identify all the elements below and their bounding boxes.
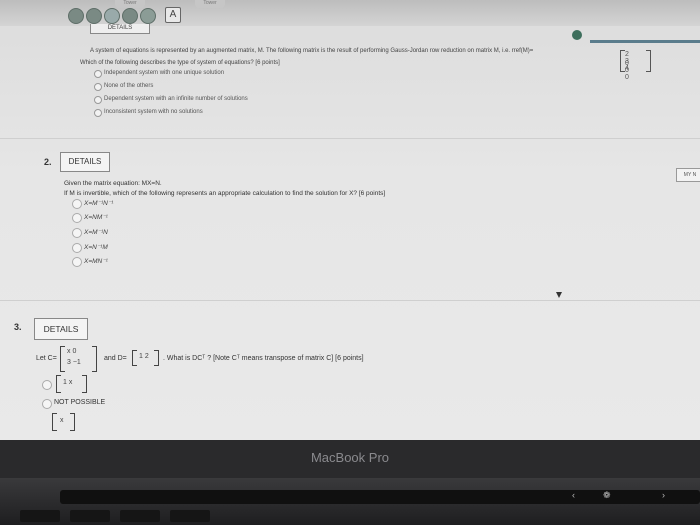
q2-details-button[interactable]: DETAILS xyxy=(60,152,110,172)
q2-option-label: X=N⁻¹M xyxy=(84,244,108,251)
q1-option-radio[interactable] xyxy=(94,109,102,117)
q2-option-label: X=MN⁻¹ xyxy=(84,258,108,265)
extension-icon[interactable] xyxy=(104,8,120,24)
q3-question-text: . What is DCᵀ ? [Note Cᵀ means transpose… xyxy=(163,355,364,362)
q3-and-d: and D= xyxy=(104,355,127,362)
q1-option-label: Dependent system with an infinite number… xyxy=(104,96,248,102)
q1-stem-line1: A system of equations is represented by … xyxy=(90,48,534,54)
q1-stem-line2: Which of the following describes the typ… xyxy=(80,60,280,66)
volume-icon[interactable]: › xyxy=(662,490,665,500)
matrix-d-row: 1 2 xyxy=(139,353,149,360)
extension-icon[interactable] xyxy=(140,8,156,24)
accent-bar xyxy=(590,40,700,43)
browser-tab[interactable]: Tower xyxy=(115,0,145,8)
question-number: 3. xyxy=(14,322,22,332)
q2-option-radio[interactable] xyxy=(72,257,82,267)
a-button[interactable]: A xyxy=(165,7,181,23)
q3-option-matrix: 1 x xyxy=(56,375,96,393)
matrix-c-row: 3 −1 xyxy=(67,359,81,366)
q1-details-button[interactable]: DETAILS xyxy=(90,24,150,34)
q3-option-radio[interactable] xyxy=(42,399,52,409)
browser-toolbar: Tower Tower A xyxy=(0,0,700,26)
keyboard-key[interactable] xyxy=(120,510,160,522)
q3-option-radio[interactable] xyxy=(42,380,52,390)
browser-tab[interactable]: Tower xyxy=(195,0,225,8)
q1-option-radio[interactable] xyxy=(94,70,102,78)
matrix-d: 1 2 xyxy=(132,350,162,366)
q1-matrix-row: 0 0 0 xyxy=(625,60,629,81)
q3-let-c: Let C= xyxy=(36,355,57,362)
mouse-cursor-icon xyxy=(556,292,562,298)
q3-option-matrix: x xyxy=(52,413,82,431)
keyboard-key[interactable] xyxy=(70,510,110,522)
question-number: 2. xyxy=(44,157,52,167)
q2-option-radio[interactable] xyxy=(72,228,82,238)
q1-option-label: None of the others xyxy=(104,83,154,89)
my-notes-tab[interactable]: MY N xyxy=(676,168,700,182)
browser-screen: Tower Tower A DETAILS A system of equati… xyxy=(0,0,700,440)
extension-icon[interactable] xyxy=(122,8,138,24)
q2-option-label: X=M⁻¹N xyxy=(84,229,108,236)
matrix-c: x 0 3 −1 xyxy=(60,346,100,372)
q1-option-label: Independent system with one unique solut… xyxy=(104,70,225,76)
q3-option-matrix-row: 1 x xyxy=(63,379,73,386)
laptop-brand-label: MacBook Pro xyxy=(310,450,390,465)
q2-option-label: X=NM⁻¹ xyxy=(84,214,108,221)
q2-stem-line2: If M is invertible, which of the followi… xyxy=(64,190,386,197)
extension-icon[interactable] xyxy=(86,8,102,24)
section-divider xyxy=(0,138,700,139)
q2-option-radio[interactable] xyxy=(72,213,82,223)
browser-tab-label: Tower xyxy=(203,0,217,6)
q2-stem-line1: Given the matrix equation: MX=N. xyxy=(64,180,162,187)
q2-option-radio[interactable] xyxy=(72,199,82,209)
matrix-c-row: x 0 xyxy=(67,348,77,355)
q1-option-radio[interactable] xyxy=(94,96,102,104)
keyboard-key[interactable] xyxy=(20,510,60,522)
browser-tab-label: Tower xyxy=(123,0,137,6)
brightness-down-icon[interactable]: ‹ xyxy=(572,490,575,500)
section-divider xyxy=(0,300,700,301)
q3-details-button[interactable]: DETAILS xyxy=(34,318,88,340)
q3-option-label: NOT POSSIBLE xyxy=(54,399,106,406)
brightness-icon[interactable]: ❁ xyxy=(603,490,611,501)
q1-option-label: Inconsistent system with no solutions xyxy=(104,109,203,115)
q1-option-radio[interactable] xyxy=(94,83,102,91)
q3-option-matrix-row: x xyxy=(60,417,64,424)
refresh-icon[interactable] xyxy=(68,8,84,24)
keyboard-key[interactable] xyxy=(170,510,210,522)
q2-option-radio[interactable] xyxy=(72,243,82,253)
status-icon xyxy=(572,30,582,40)
q2-option-label: X=M⁻¹N⁻¹ xyxy=(84,200,114,207)
